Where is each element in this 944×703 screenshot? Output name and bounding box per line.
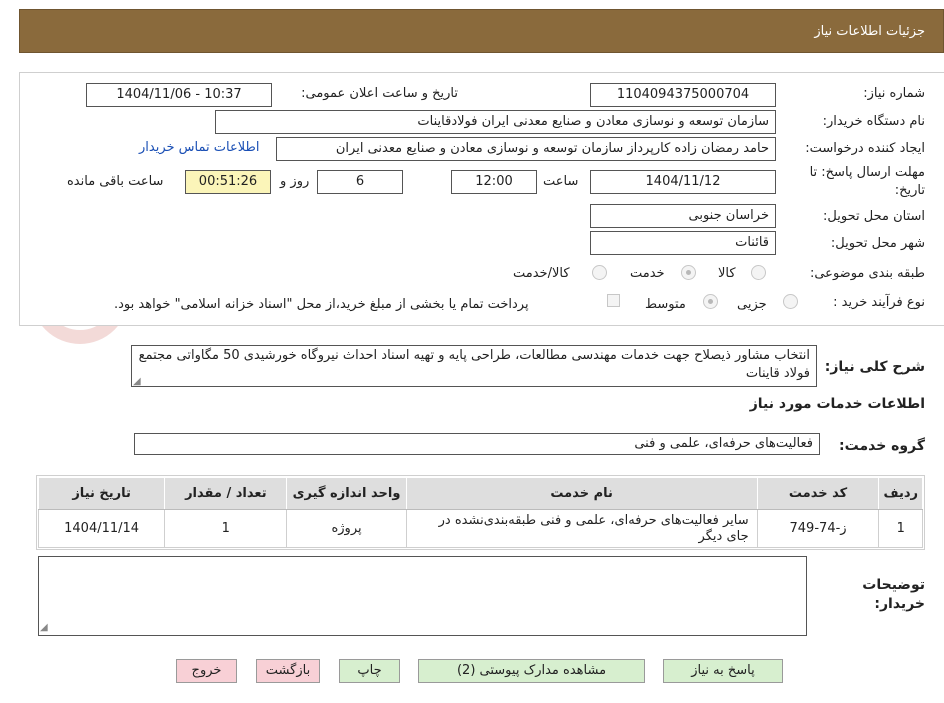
resize-grip-icon[interactable]: ◢ bbox=[133, 376, 141, 387]
cell-row-number: 1 bbox=[878, 509, 923, 548]
category-service-radio[interactable] bbox=[681, 265, 696, 280]
process-minor-label: جزیی bbox=[737, 297, 767, 312]
exit-button[interactable]: خروج bbox=[176, 659, 237, 683]
service-group-field: فعالیت‌های حرفه‌ای، علمی و فنی bbox=[134, 433, 820, 455]
announce-datetime-field: 1404/11/06 - 10:37 bbox=[86, 83, 272, 107]
category-label: طبقه بندی موضوعی: bbox=[809, 266, 925, 281]
col-service-name: نام خدمت bbox=[405, 477, 758, 510]
cell-unit: پروژه bbox=[286, 509, 407, 548]
service-group-label: گروه خدمت: bbox=[839, 438, 925, 454]
treasury-checkbox[interactable] bbox=[607, 294, 620, 307]
notes-resize-grip-icon[interactable]: ◢ bbox=[40, 622, 48, 633]
col-unit: واحد اندازه گیری bbox=[286, 477, 407, 510]
city-field: قائنات bbox=[590, 231, 776, 255]
process-medium-radio[interactable] bbox=[703, 294, 718, 309]
province-label: استان محل تحویل: bbox=[823, 209, 925, 224]
print-button[interactable]: چاپ bbox=[339, 659, 400, 683]
deadline-date-field: 1404/11/12 bbox=[590, 170, 776, 194]
days-remaining-field: 6 bbox=[317, 170, 403, 194]
requester-field: حامد رمضان زاده کارپرداز سازمان توسعه و … bbox=[276, 137, 776, 161]
summary-label: شرح کلی نیاز: bbox=[824, 359, 925, 375]
city-label: شهر محل تحویل: bbox=[830, 236, 925, 251]
announce-label: تاریخ و ساعت اعلان عمومی: bbox=[301, 86, 458, 101]
category-service-label: خدمت bbox=[630, 266, 665, 281]
need-number-label: شماره نیاز: bbox=[863, 86, 925, 101]
buyer-notes-label-1: توضیحات bbox=[862, 577, 925, 593]
services-table: ردیف کد خدمت نام خدمت واحد اندازه گیری ت… bbox=[37, 477, 923, 548]
need-number-field: 1104094375000704 bbox=[590, 83, 776, 107]
table-header-row: ردیف کد خدمت نام خدمت واحد اندازه گیری ت… bbox=[37, 477, 923, 510]
buyer-notes-textarea[interactable] bbox=[38, 556, 807, 636]
cell-service-code: ز-74-749 bbox=[756, 509, 880, 548]
col-quantity: تعداد / مقدار bbox=[164, 477, 288, 510]
buyer-org-label: نام دستگاه خریدار: bbox=[822, 114, 925, 129]
back-button[interactable]: بازگشت bbox=[256, 659, 320, 683]
summary-textarea[interactable]: انتخاب مشاور ذیصلاح جهت خدمات مهندسی مطا… bbox=[131, 345, 817, 387]
col-row-number: ردیف bbox=[878, 477, 923, 510]
col-need-date: تاریخ نیاز bbox=[37, 477, 166, 510]
process-medium-label: متوسط bbox=[645, 297, 686, 312]
province-field: خراسان جنوبی bbox=[590, 204, 776, 228]
category-both-label: کالا/خدمت bbox=[513, 266, 570, 281]
category-goods-label: کالا bbox=[718, 266, 736, 281]
cell-need-date: 1404/11/14 bbox=[37, 509, 166, 548]
attachments-button[interactable]: مشاهده مدارک پیوستی (2) bbox=[418, 659, 645, 683]
category-goods-radio[interactable] bbox=[751, 265, 766, 280]
services-section-title: اطلاعات خدمات مورد نیاز bbox=[749, 396, 925, 412]
time-remaining-field: 00:51:26 bbox=[185, 170, 271, 194]
process-label: نوع فرآیند خرید : bbox=[833, 295, 925, 310]
days-label: روز و bbox=[280, 174, 310, 189]
table-row: 1 ز-74-749 سایر فعالیت‌های حرفه‌ای، علمی… bbox=[37, 509, 923, 548]
deadline-time-label: ساعت bbox=[543, 174, 579, 189]
process-minor-radio[interactable] bbox=[783, 294, 798, 309]
requester-label: ایجاد کننده درخواست: bbox=[805, 141, 925, 156]
page-header: جزئیات اطلاعات نیاز bbox=[19, 9, 944, 53]
cell-service-name: سایر فعالیت‌های حرفه‌ای، علمی و فنی طبقه… bbox=[405, 509, 758, 548]
buyer-contact-link[interactable]: اطلاعات تماس خریدار bbox=[139, 140, 259, 155]
time-remaining-label: ساعت باقی مانده bbox=[67, 174, 164, 189]
cell-quantity: 1 bbox=[164, 509, 288, 548]
page-title: جزئیات اطلاعات نیاز bbox=[814, 23, 925, 39]
deadline-time-field: 12:00 bbox=[451, 170, 537, 194]
col-service-code: کد خدمت bbox=[756, 477, 880, 510]
buyer-notes-label-2: خریدار: bbox=[874, 596, 925, 612]
category-both-radio[interactable] bbox=[592, 265, 607, 280]
buyer-org-field: سازمان توسعه و نوسازی معادن و صنایع معدن… bbox=[215, 110, 776, 134]
deadline-label: مهلت ارسال پاسخ: تا تاریخ: bbox=[809, 165, 925, 198]
payment-note: پرداخت تمام یا بخشی از مبلغ خرید،از محل … bbox=[114, 297, 529, 312]
reply-button[interactable]: پاسخ به نیاز bbox=[663, 659, 783, 683]
